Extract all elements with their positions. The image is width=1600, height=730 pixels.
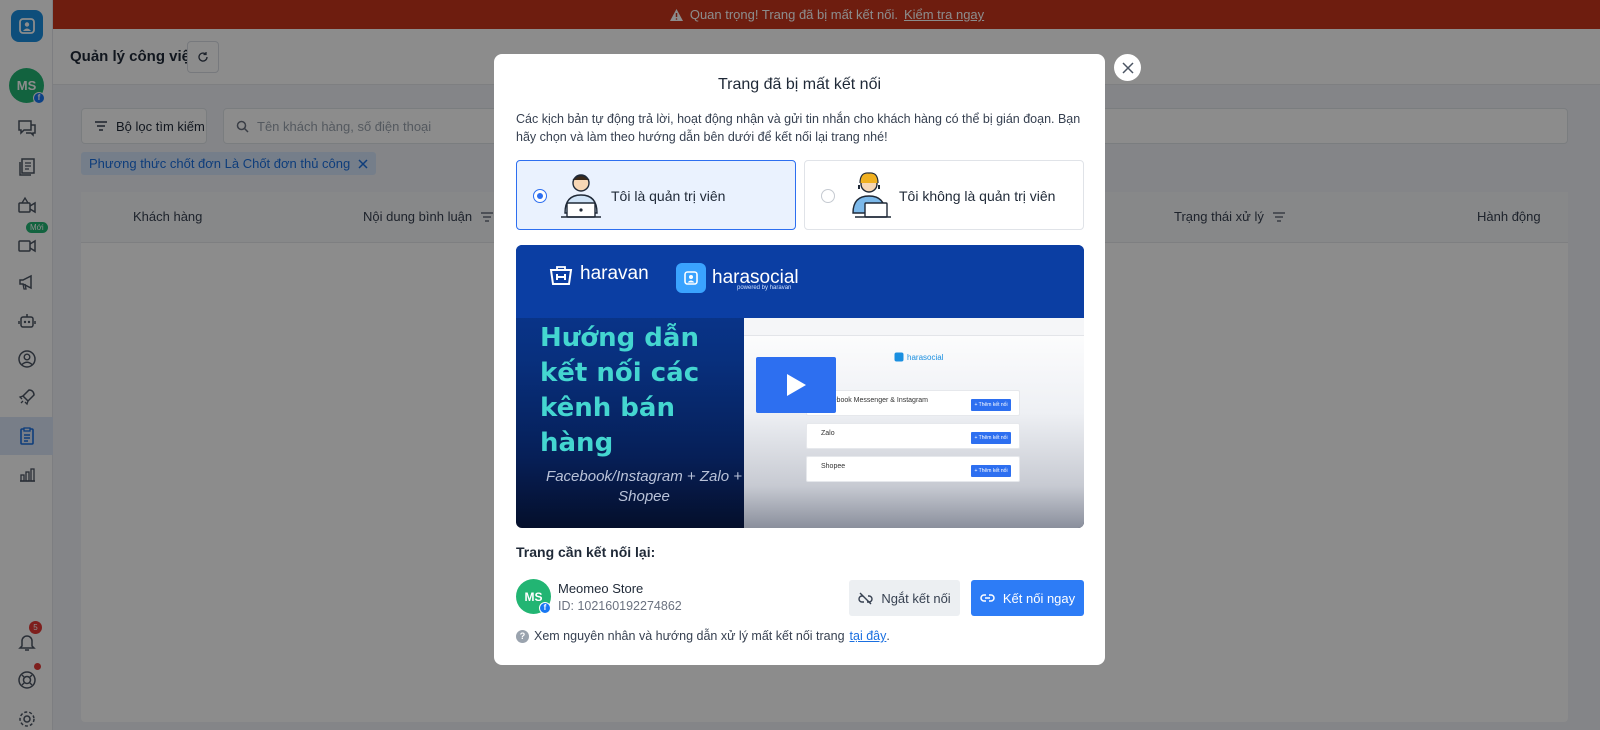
role-option-non-admin[interactable]: Tôi không là quản trị viên bbox=[804, 160, 1084, 230]
video-subheading: Facebook/Instagram + Zalo + Shopee bbox=[546, 468, 742, 505]
haravan-bag-icon bbox=[549, 266, 573, 285]
question-circle-icon: ? bbox=[516, 629, 529, 643]
screen-channel-row: Shopee + Thêm kết nối bbox=[806, 456, 1020, 482]
harasocial-mini-icon bbox=[894, 352, 904, 362]
connect-now-label: Kết nối ngay bbox=[1002, 590, 1076, 606]
page-avatar: MS f bbox=[516, 579, 551, 614]
modal-title: Trang đã bị mất kết nối bbox=[717, 76, 882, 93]
modal-close-button[interactable] bbox=[1114, 54, 1141, 81]
page-name: Meomeo Store bbox=[558, 581, 644, 596]
help-text: Xem nguyên nhân và hướng dẫn xử lý mất k… bbox=[534, 629, 845, 643]
modal-description: Các kịch bản tự động trả lời, hoạt động … bbox=[516, 112, 1081, 144]
unlink-icon bbox=[858, 592, 873, 604]
tutorial-video[interactable]: haravan harasocial powered by haravan Hư… bbox=[516, 245, 1084, 528]
help-link[interactable]: tại đây bbox=[850, 629, 887, 643]
screen-topbar bbox=[744, 318, 1084, 336]
play-icon bbox=[787, 374, 806, 396]
video-screen-preview: harasocial Facebook Messenger & Instagra… bbox=[744, 318, 1084, 528]
screen-channel-row: Facebook Messenger & Instagram + Thêm kế… bbox=[806, 390, 1020, 416]
help-note: ? Xem nguyên nhân và hướng dẫn xử lý mất… bbox=[516, 629, 890, 643]
role-option-label: Tôi không là quản trị viên bbox=[899, 188, 1056, 204]
support-agent-laptop-icon bbox=[852, 172, 891, 218]
video-heading: Hướng dẫn kết nối các kênh bán hàng bbox=[540, 323, 700, 458]
close-icon bbox=[1121, 61, 1134, 74]
admin-person-laptop-icon bbox=[561, 174, 601, 218]
role-option-label: Tôi là quản trị viên bbox=[611, 188, 726, 204]
screen-channel-row: Zalo + Thêm kết nối bbox=[806, 423, 1020, 449]
disconnect-label: Ngắt kết nối bbox=[881, 590, 951, 606]
radio-unselected[interactable] bbox=[821, 189, 835, 203]
facebook-badge-icon: f bbox=[539, 602, 551, 614]
disconnect-button[interactable]: Ngắt kết nối bbox=[849, 580, 960, 616]
reconnect-label: Trang cần kết nối lại: bbox=[516, 544, 656, 560]
link-icon bbox=[980, 594, 995, 602]
page-avatar-initials: MS bbox=[524, 589, 543, 604]
brand-powered-by: powered by haravan bbox=[737, 285, 792, 291]
role-option-admin[interactable]: Tôi là quản trị viên bbox=[516, 160, 796, 230]
harasocial-box-icon bbox=[676, 263, 706, 293]
screen-harasocial-logo: harasocial bbox=[894, 352, 943, 362]
page-id: ID: 102160192274862 bbox=[558, 599, 682, 613]
disconnected-page-modal: Trang đã bị mất kết nối Các kịch bản tự … bbox=[494, 54, 1105, 665]
radio-selected[interactable] bbox=[533, 189, 547, 203]
help-text-end: . bbox=[886, 629, 890, 643]
haravan-brand-text: haravan bbox=[580, 263, 649, 284]
connect-now-button[interactable]: Kết nối ngay bbox=[971, 580, 1084, 616]
haravan-logo: haravan bbox=[548, 263, 649, 285]
video-brand-bar: haravan harasocial powered by haravan bbox=[516, 245, 1084, 318]
video-play-button[interactable] bbox=[756, 357, 836, 413]
